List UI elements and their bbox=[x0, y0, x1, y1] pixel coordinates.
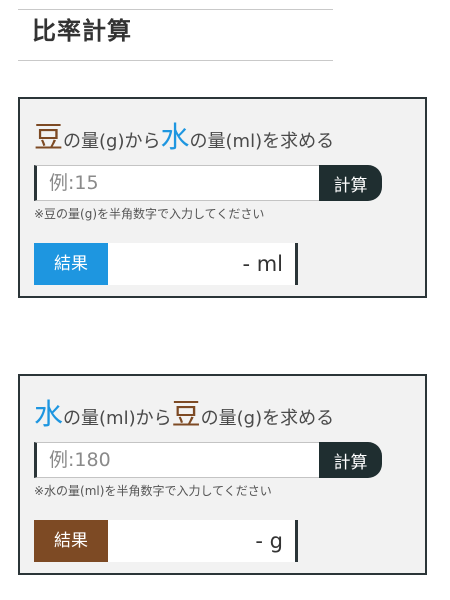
result-number: - bbox=[242, 252, 251, 276]
result-row: 結果 - g bbox=[34, 520, 298, 562]
page-heading: 比率計算 bbox=[18, 9, 333, 61]
bean-to-water-calculator: 豆の量(g)から水の量(ml)を求める 計算 ※豆の量(g)を半角数字で入力して… bbox=[18, 97, 427, 298]
result-label: 結果 bbox=[34, 520, 108, 562]
calculator-heading: 水の量(ml)から豆の量(g)を求める bbox=[34, 396, 334, 432]
page-title: 比率計算 bbox=[32, 17, 132, 45]
calculator-heading: 豆の量(g)から水の量(ml)を求める bbox=[34, 119, 334, 155]
input-hint: ※豆の量(g)を半角数字で入力してください bbox=[34, 207, 265, 221]
result-unit: g bbox=[269, 529, 283, 553]
result-label: 結果 bbox=[34, 243, 108, 285]
heading-to-text: の量(ml)を求める bbox=[189, 131, 335, 152]
input-row: 計算 bbox=[34, 165, 382, 201]
water-keyword: 水 bbox=[34, 397, 64, 431]
result-number: - bbox=[255, 529, 263, 553]
input-hint: ※水の量(ml)を半角数字で入力してください bbox=[34, 484, 272, 498]
calculate-button[interactable]: 計算 bbox=[319, 165, 382, 201]
heading-from-text: の量(g)から bbox=[63, 131, 161, 152]
water-to-bean-calculator: 水の量(ml)から豆の量(g)を求める 計算 ※水の量(ml)を半角数字で入力し… bbox=[18, 374, 427, 575]
result-unit: ml bbox=[256, 252, 283, 276]
water-keyword: 水 bbox=[160, 120, 190, 154]
bean-keyword: 豆 bbox=[34, 120, 64, 154]
input-row: 計算 bbox=[34, 442, 382, 478]
water-amount-input[interactable] bbox=[34, 442, 320, 478]
bean-keyword: 豆 bbox=[171, 397, 201, 431]
bean-amount-input[interactable] bbox=[34, 165, 320, 201]
heading-from-text: の量(ml)から bbox=[63, 408, 172, 429]
result-value: - ml bbox=[108, 243, 298, 285]
result-row: 結果 - ml bbox=[34, 243, 298, 285]
result-value: - g bbox=[108, 520, 298, 562]
calculate-button[interactable]: 計算 bbox=[319, 442, 382, 478]
heading-to-text: の量(g)を求める bbox=[200, 408, 335, 429]
